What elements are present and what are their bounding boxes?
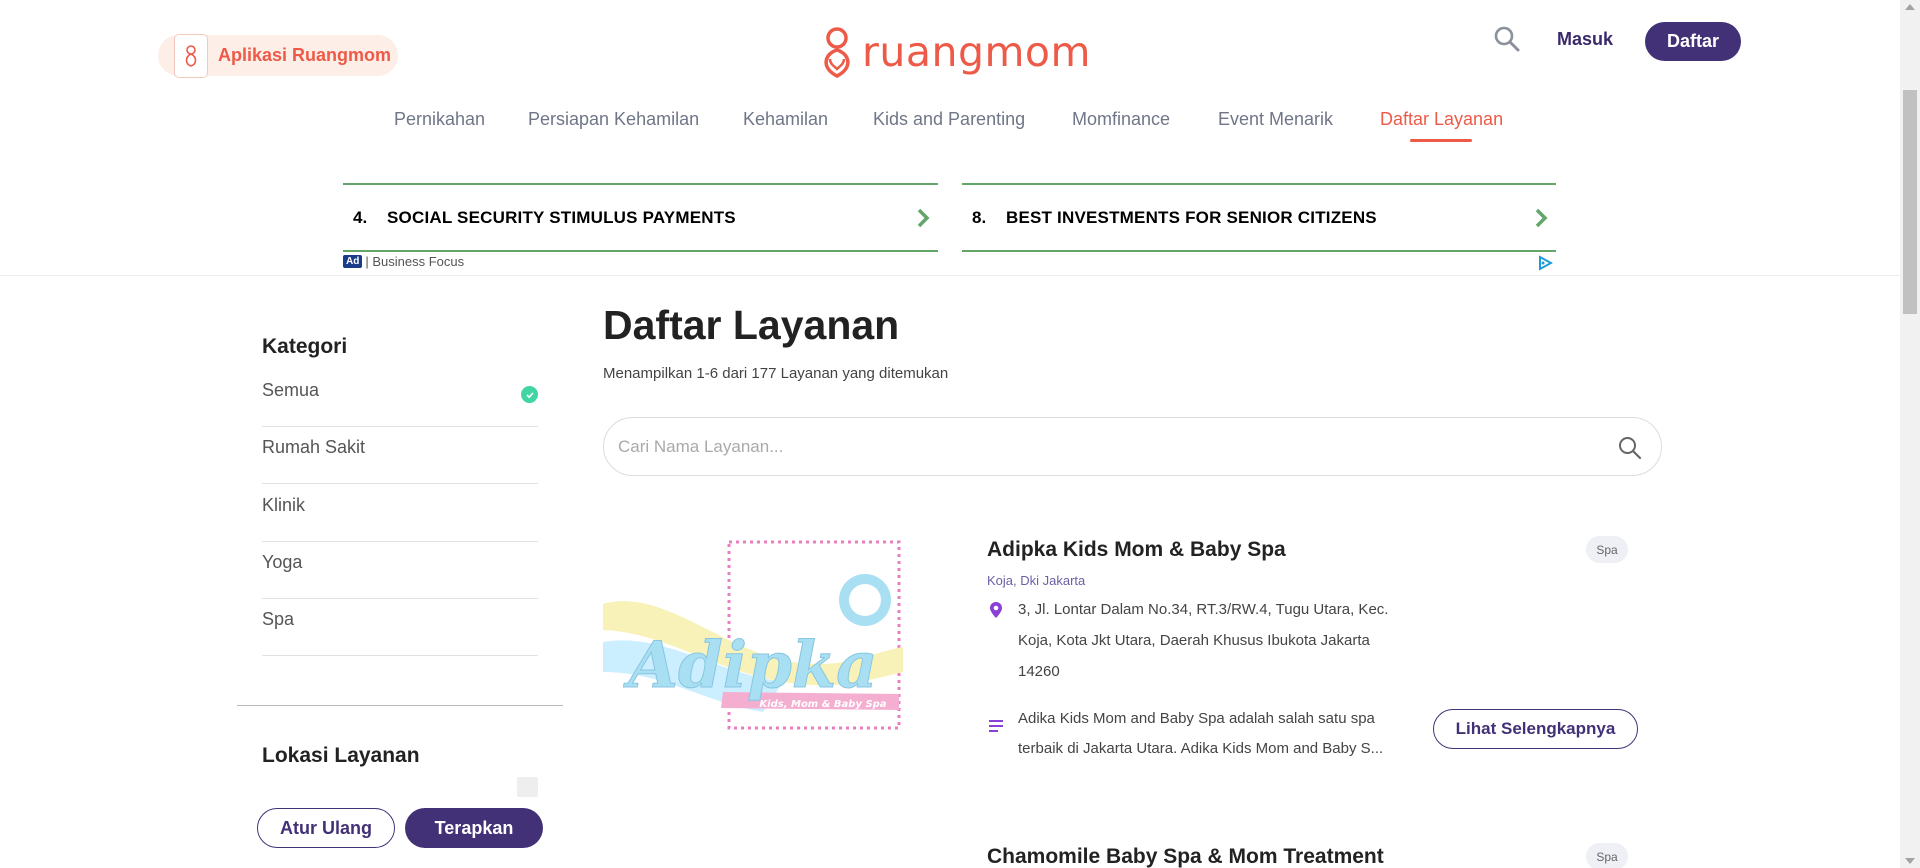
listing-description: Adika Kids Mom and Baby Spa adalah salah…: [1018, 710, 1384, 757]
description-icon: [989, 720, 1003, 732]
nav-item-kehamilan[interactable]: Kehamilan: [743, 109, 828, 130]
nav-item-event-menarik[interactable]: Event Menarik: [1218, 109, 1333, 130]
search-icon[interactable]: [1493, 25, 1521, 53]
listing-address: 3, Jl. Lontar Dalam No.34, RT.3/RW.4, Tu…: [1018, 601, 1389, 680]
ruangmom-logo[interactable]: ruangmom: [818, 26, 1091, 78]
nav-item-persiapan-kehamilan[interactable]: Persiapan Kehamilan: [528, 109, 699, 130]
category-tag: Spa: [1586, 843, 1628, 868]
location-scrollbar[interactable]: [517, 777, 538, 797]
service-search[interactable]: [603, 417, 1662, 476]
login-link[interactable]: Masuk: [1557, 29, 1613, 50]
logo-text: ruangmom: [862, 28, 1091, 76]
app-icon: [174, 33, 208, 78]
ad-source-label: | Business Focus: [365, 254, 465, 269]
adchoices-icon[interactable]: [1537, 255, 1553, 271]
category-item-rumah-sakit[interactable]: Rumah Sakit: [262, 427, 538, 484]
nav-item-momfinance[interactable]: Momfinance: [1072, 109, 1170, 130]
category-label: Rumah Sakit: [262, 437, 366, 457]
ad-source[interactable]: Ad | Business Focus: [343, 254, 464, 269]
page-scrollbar[interactable]: [1900, 0, 1920, 868]
category-label: Klinik: [262, 495, 306, 515]
app-promo-label: Aplikasi Ruangmom: [218, 45, 392, 65]
location-title: Lokasi Layanan: [262, 744, 420, 767]
ad-badge: Ad: [343, 255, 363, 268]
nav-item-kids-and-parenting[interactable]: Kids and Parenting: [873, 109, 1025, 130]
category-item-semua[interactable]: Semua: [262, 370, 538, 427]
page-title: Daftar Layanan: [603, 302, 900, 348]
nav-active-indicator: [1410, 139, 1472, 142]
category-title: Kategori: [262, 335, 348, 358]
ad-card[interactable]: 4. SOCIAL SECURITY STIMULUS PAYMENTS: [343, 183, 938, 252]
apply-button[interactable]: Terapkan: [405, 808, 543, 848]
search-icon[interactable]: [1617, 435, 1643, 461]
ad-text: BEST INVESTMENTS FOR SENIOR CITIZENS: [1006, 207, 1377, 227]
check-icon: [521, 386, 538, 403]
reset-button[interactable]: Atur Ulang: [257, 808, 395, 848]
listing-name[interactable]: Adipka Kids Mom & Baby Spa: [987, 538, 1286, 562]
thumbnail-logo-text: Adipka: [623, 628, 877, 703]
see-more-button[interactable]: Lihat Selengkapnya: [1433, 709, 1638, 749]
nav-item-pernikahan[interactable]: Pernikahan: [394, 109, 485, 130]
chevron-right-icon: [1535, 208, 1548, 227]
thumbnail-logo-subtitle: Kids, Mom & Baby Spa: [759, 699, 886, 710]
nav-item-daftar-layanan[interactable]: Daftar Layanan: [1380, 109, 1503, 130]
category-item-klinik[interactable]: Klinik: [262, 485, 538, 542]
listing-location: Koja, Dki Jakarta: [987, 573, 1086, 588]
location-pin-icon: [990, 602, 1002, 618]
scrollbar-thumb[interactable]: [1903, 90, 1917, 314]
listing-name[interactable]: Chamomile Baby Spa & Mom Treatment: [987, 845, 1384, 868]
listing-thumbnail[interactable]: Adipka Kids, Mom & Baby Spa: [603, 532, 903, 734]
ad-divider: [0, 275, 1900, 276]
scroll-up-arrow-icon[interactable]: [1905, 4, 1915, 10]
ad-text: SOCIAL SECURITY STIMULUS PAYMENTS: [387, 207, 736, 227]
ad-number: 8.: [972, 207, 987, 227]
search-input[interactable]: [618, 418, 1578, 475]
ad-number: 4.: [353, 207, 368, 227]
chevron-right-icon: [917, 208, 930, 227]
category-tag: Spa: [1586, 536, 1628, 563]
ad-card[interactable]: 8. BEST INVESTMENTS FOR SENIOR CITIZENS: [962, 183, 1556, 252]
register-button[interactable]: Daftar: [1645, 22, 1741, 61]
category-label: Semua: [262, 380, 320, 400]
category-item-yoga[interactable]: Yoga: [262, 542, 538, 599]
category-label: Yoga: [262, 552, 303, 572]
app-promo-pill[interactable]: Aplikasi Ruangmom: [158, 33, 398, 78]
logo-icon: [824, 27, 850, 78]
category-item-spa[interactable]: Spa: [262, 599, 538, 656]
category-label: Spa: [262, 609, 295, 629]
sidebar-divider: [237, 705, 563, 706]
scroll-down-arrow-icon[interactable]: [1905, 858, 1915, 864]
result-count: Menampilkan 1-6 dari 177 Layanan yang di…: [603, 365, 949, 382]
